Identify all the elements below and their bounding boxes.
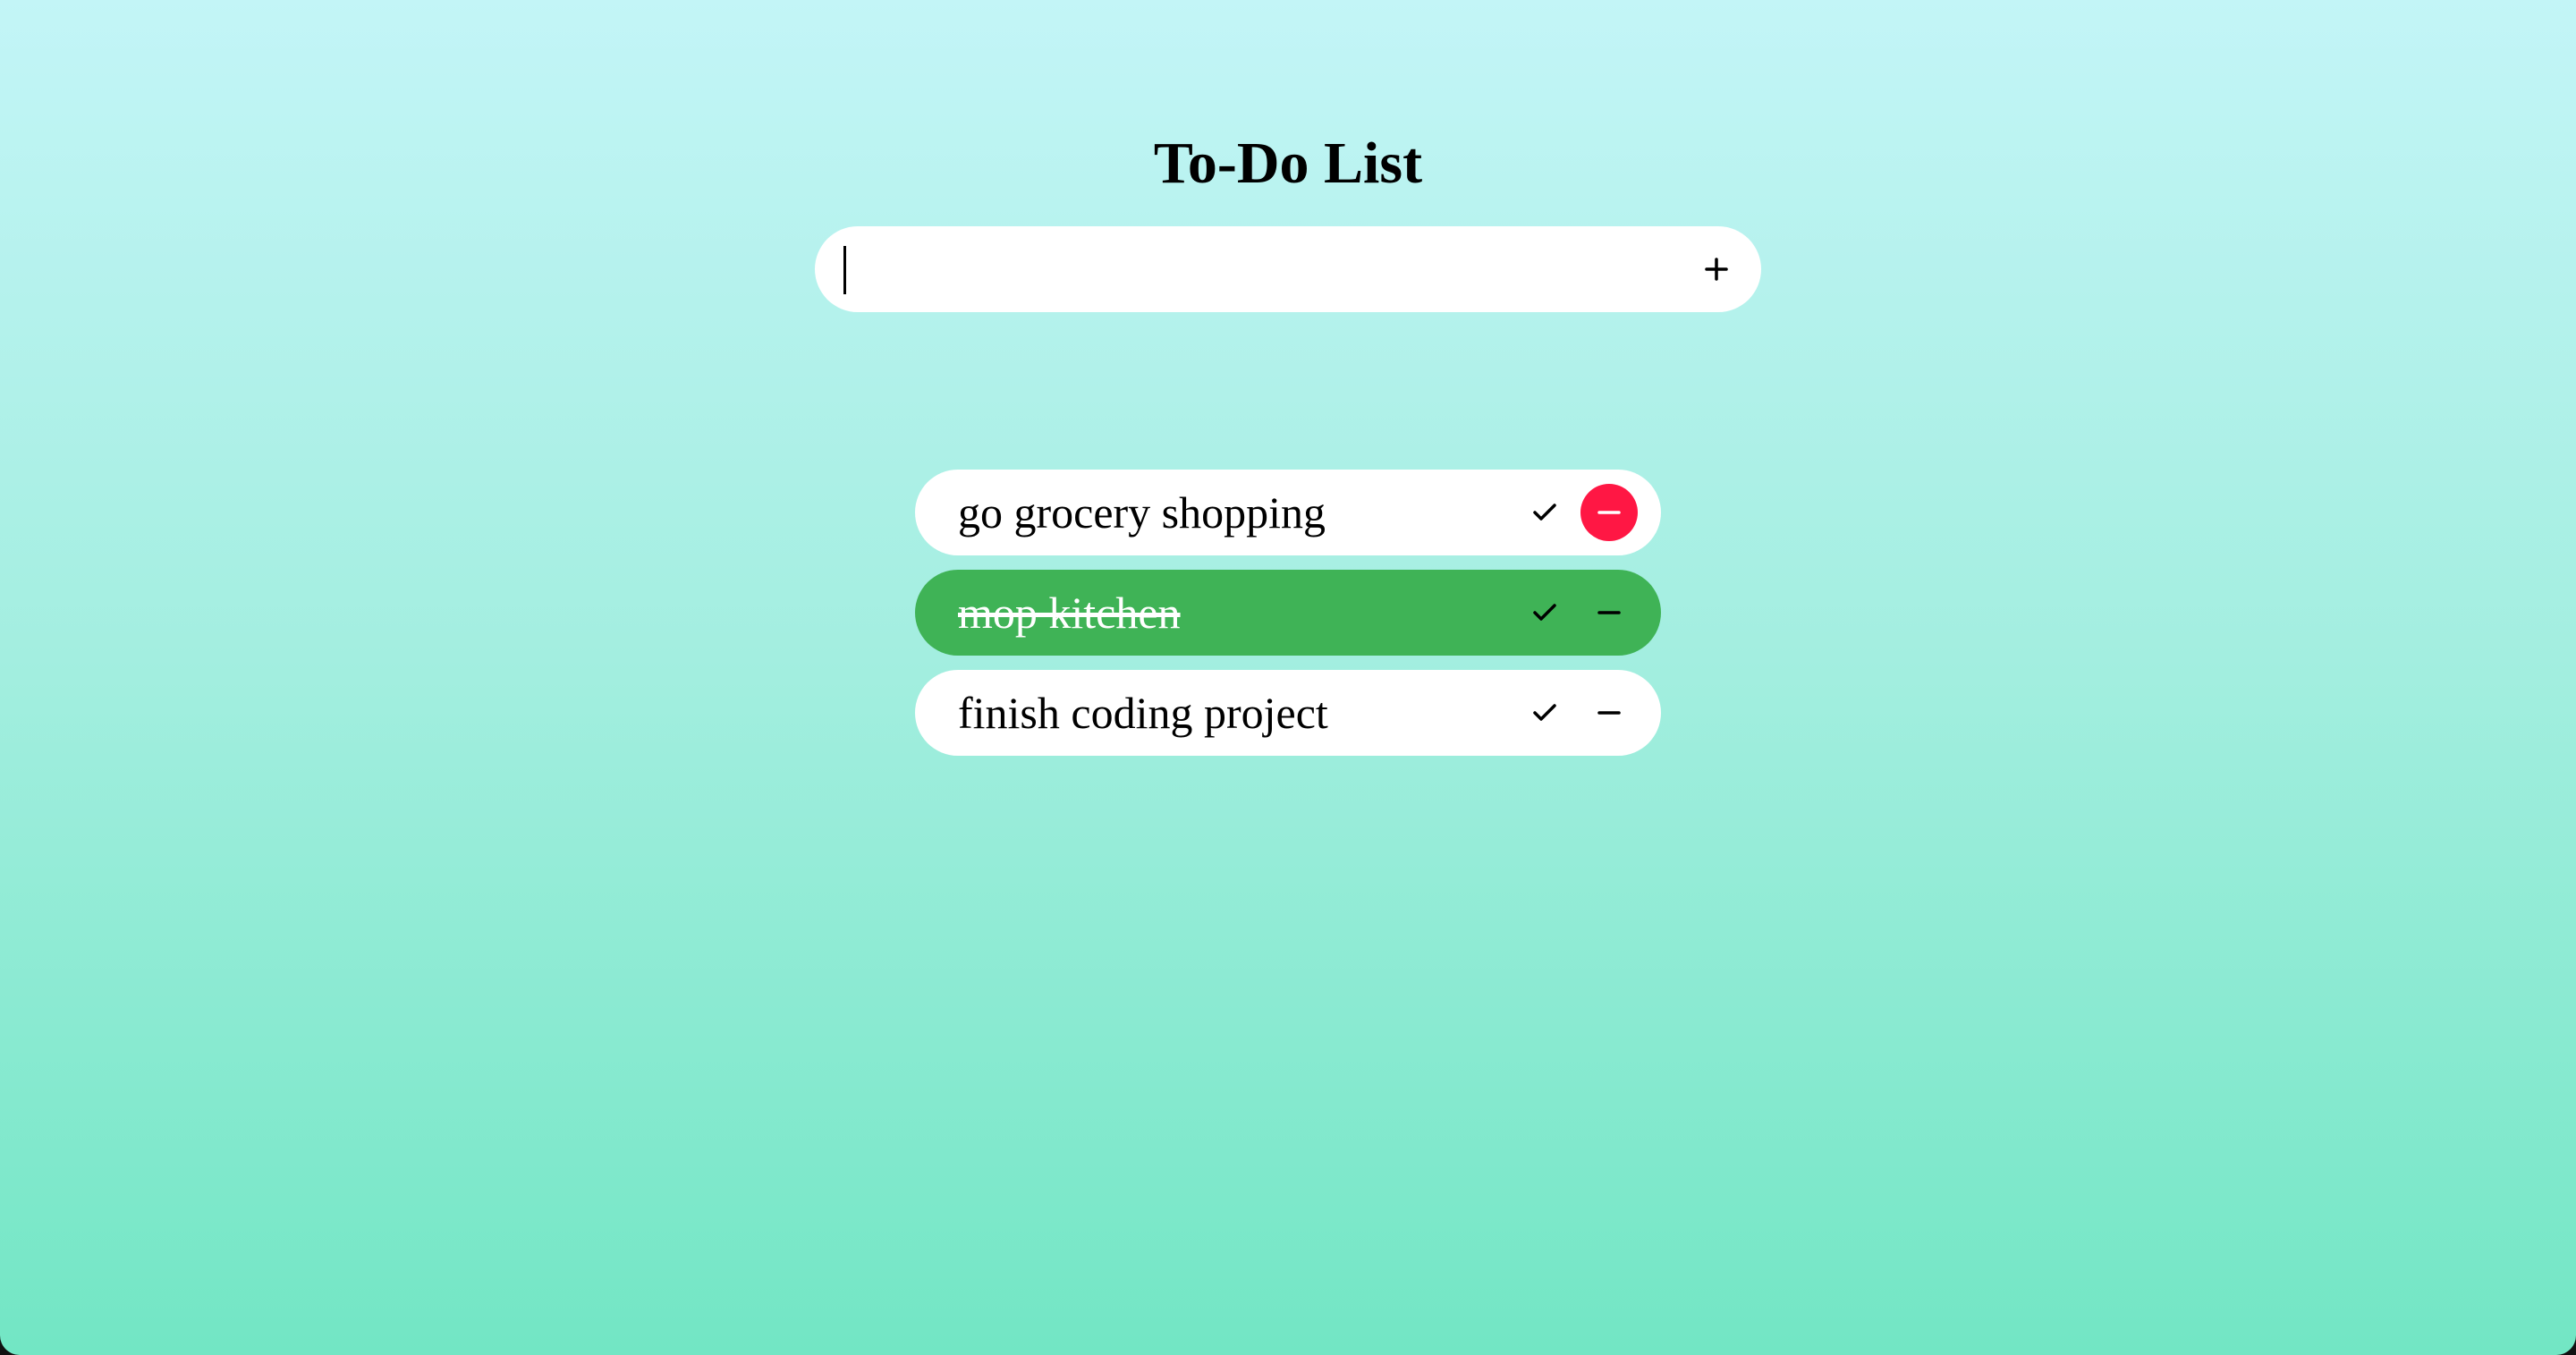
plus-icon	[1705, 258, 1728, 281]
new-task-bar	[815, 226, 1761, 312]
task-item: finish coding project	[915, 670, 1661, 756]
task-text[interactable]: mop kitchen	[958, 570, 1181, 656]
task-item: mop kitchen	[915, 570, 1661, 656]
minus-icon	[1597, 510, 1621, 515]
check-icon	[1532, 703, 1557, 723]
task-list: go grocery shopping mop kitchen finish c…	[915, 470, 1661, 770]
remove-task-button[interactable]	[1580, 584, 1638, 641]
complete-task-button[interactable]	[1516, 684, 1573, 741]
check-icon	[1532, 603, 1557, 622]
add-task-button[interactable]	[1691, 244, 1741, 294]
remove-task-button[interactable]	[1580, 484, 1638, 541]
task-text[interactable]: finish coding project	[958, 670, 1328, 756]
minus-icon	[1597, 610, 1621, 615]
complete-task-button[interactable]	[1516, 584, 1573, 641]
remove-task-button[interactable]	[1580, 684, 1638, 741]
new-task-input[interactable]	[843, 242, 1648, 296]
task-item: go grocery shopping	[915, 470, 1661, 555]
minus-icon	[1597, 710, 1621, 716]
check-icon	[1532, 503, 1557, 522]
page-title: To-Do List	[1153, 131, 1423, 196]
app-viewport: To-Do List go grocery shopping mop kitch…	[0, 0, 2576, 1355]
complete-task-button[interactable]	[1516, 484, 1573, 541]
text-caret	[843, 246, 846, 294]
task-text[interactable]: go grocery shopping	[958, 470, 1326, 555]
